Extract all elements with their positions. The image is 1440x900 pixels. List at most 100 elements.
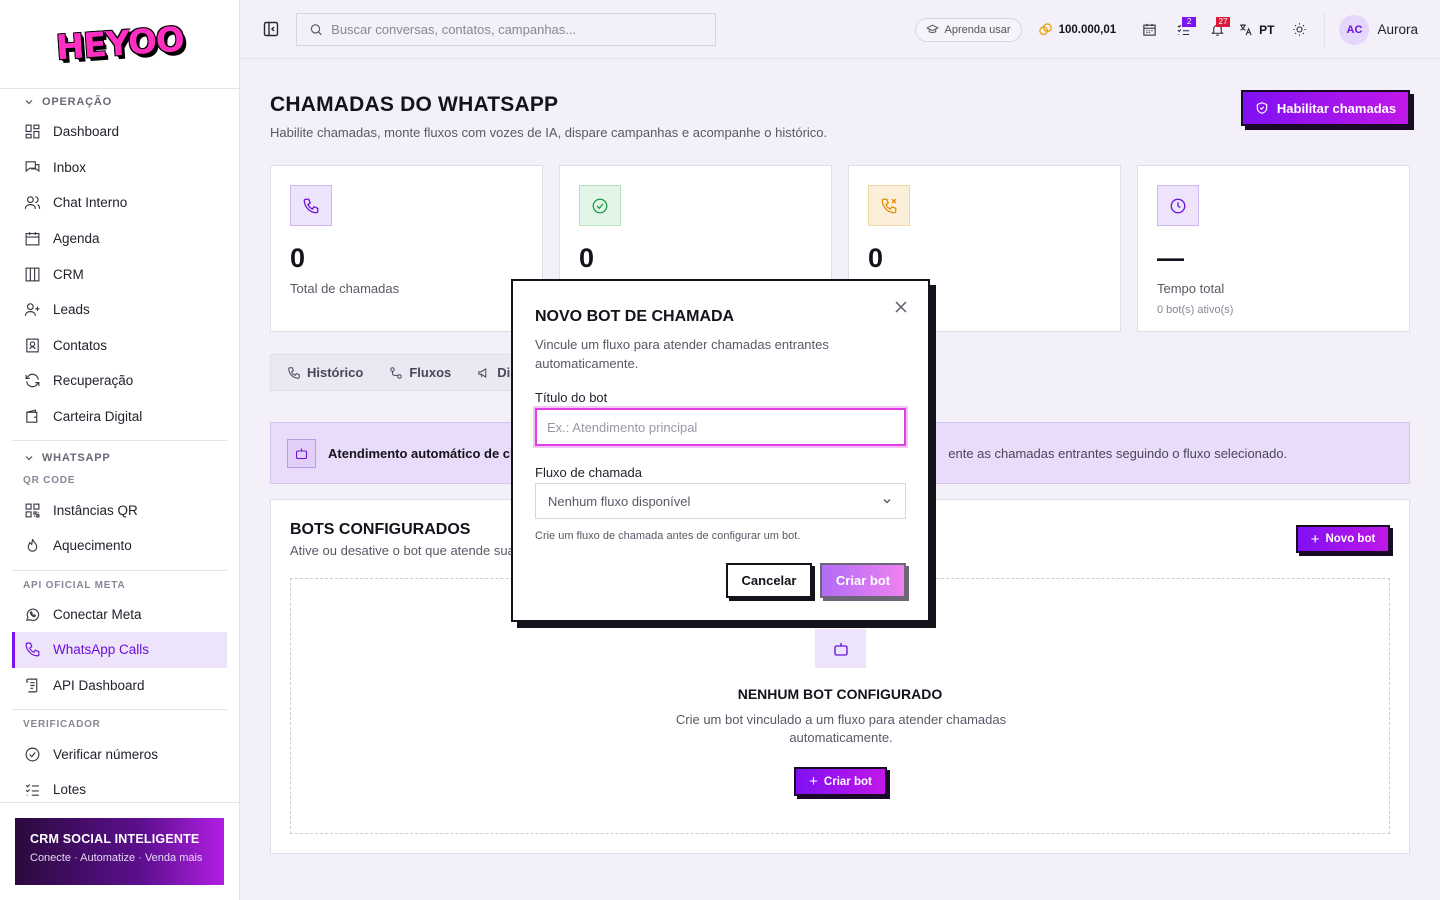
sidebar-item-label: Aquecimento [53,538,132,554]
search-icon [310,24,322,36]
sidebar-item-recuperacao[interactable]: Recuperação [12,363,227,399]
create-bot-label: Criar bot [823,775,872,788]
flow-select[interactable]: Nenhum fluxo disponível [535,483,906,519]
logo-area: HEYOO [0,0,239,89]
empty-title: NENHUM BOT CONFIGURADO [737,686,943,702]
modal-actions: Cancelar Criar bot [726,563,906,598]
sidebar-item-label: Conectar Meta [53,606,142,622]
subsection-verificador: VERIFICADOR [23,719,101,731]
refresh-icon [25,374,40,388]
empty-icon-wrap [815,629,866,668]
sidebar-item-dashboard[interactable]: Dashboard [12,114,227,150]
enable-calls-button[interactable]: Habilitar chamadas [1241,90,1410,126]
messages-icon [25,161,40,173]
topbar: Aprenda usar 100.000,01 2 27 PT AC Auror… [240,0,1440,59]
megaphone-icon [478,367,487,378]
credits-balance[interactable]: 100.000,01 [1038,22,1116,37]
tab-historico[interactable]: Histórico [287,365,363,380]
flame-icon [27,539,38,552]
sidebar-item-verificar[interactable]: Verificar números [12,736,227,772]
translate-icon [1240,23,1252,36]
divider [12,440,227,442]
sidebar-item-agenda[interactable]: Agenda [12,221,227,257]
banner-title: Atendimento automático de char [328,445,531,461]
chevron-down-icon [25,100,33,105]
sidebar-item-label: Chat Interno [53,195,128,211]
stat-icon-wrap [290,185,332,226]
stat-icon-wrap [1157,185,1199,226]
search-bar[interactable] [296,13,716,46]
sidebar-item-inbox[interactable]: Inbox [12,150,227,186]
subsection-api-meta: API OFICIAL META [23,579,126,591]
tasks-button[interactable]: 2 [1166,13,1200,47]
cancel-button[interactable]: Cancelar [726,563,812,598]
qr-code-icon [25,503,40,518]
plus-icon: + [809,773,818,790]
user-name: Aurora [1377,22,1418,37]
bots-subtitle: Ative ou desative o bot que atende suas [290,543,522,558]
divider [12,569,227,571]
language-label: PT [1259,22,1275,37]
phone-icon [303,198,319,213]
whatsapp-icon [25,608,40,621]
section-whatsapp[interactable]: WHATSAPP [12,445,227,470]
tab-label: Fluxos [409,365,452,380]
stat-value: — [1157,243,1184,273]
sidebar-item-carteira[interactable]: Carteira Digital [12,399,227,435]
sidebar-item-label: Leads [53,302,90,318]
calendar-icon [1142,23,1156,36]
scroll-icon [26,678,38,693]
new-bot-label: Novo bot [1325,533,1376,545]
brand-logo[interactable]: HEYOO [54,20,184,69]
tab-label: Histórico [307,365,364,380]
create-bot-button[interactable]: + Criar bot [794,767,887,796]
sidebar-item-aquecimento[interactable]: Aquecimento [12,528,227,564]
dashboard-icon [25,124,40,139]
plus-icon: + [1310,530,1320,548]
sidebar-item-label: Agenda [53,231,100,247]
sidebar-item-api-dashboard[interactable]: API Dashboard [12,668,227,704]
sidebar-item-crm[interactable]: CRM [12,256,227,292]
phone-icon [25,642,40,657]
flow-label: Fluxo de chamada [535,465,642,480]
phone-missed-icon [881,198,897,213]
new-bot-button[interactable]: + Novo bot [1296,525,1390,553]
stat-value: 0 [868,243,884,273]
modal-title: NOVO BOT DE CHAMADA [535,308,735,325]
close-icon[interactable] [894,300,908,314]
stat-icon-wrap [579,185,621,226]
user-plus-icon [24,303,40,317]
calendar-button[interactable] [1132,13,1166,47]
sidebar-item-leads[interactable]: Leads [12,292,227,328]
bot-title-input[interactable] [535,408,906,446]
stat-value: 0 [579,243,595,273]
sidebar-item-conectar-meta[interactable]: Conectar Meta [12,597,227,633]
sidebar-item-label: Instâncias QR [53,502,138,518]
flow-help: Crie um fluxo de chamada antes de config… [535,530,801,542]
language-switch[interactable]: PT [1238,22,1274,37]
chevron-down-icon [25,456,33,461]
stat-icon-wrap [868,185,910,226]
sidebar-collapse-icon[interactable] [263,21,279,37]
learn-button[interactable]: Aprenda usar [914,17,1022,42]
sidebar-item-label: Contatos [53,337,108,353]
bot-icon [833,642,848,656]
enable-calls-label: Habilitar chamadas [1276,100,1397,116]
sidebar-item-whatsapp-calls[interactable]: WhatsApp Calls [12,632,227,668]
sun-icon [1293,23,1306,36]
sidebar-nav: OPERAÇÃO Dashboard Inbox Chat Interno Ag… [0,89,239,808]
theme-toggle[interactable] [1282,13,1316,47]
create-bot-submit-button[interactable]: Criar bot [820,563,906,598]
sidebar-item-chat-interno[interactable]: Chat Interno [12,185,227,221]
flow-select-value: Nenhum fluxo disponível [548,493,691,509]
phone-history-icon [288,366,300,379]
user-menu[interactable]: AC Aurora [1324,12,1440,47]
section-operacao[interactable]: OPERAÇÃO [12,89,227,114]
tab-fluxos[interactable]: Fluxos [389,365,451,380]
notifications-button[interactable]: 27 [1200,13,1234,47]
promo-card: CRM SOCIAL INTELIGENTE Conecte · Automat… [15,818,224,885]
search-input[interactable] [331,22,703,37]
sidebar-item-instancias[interactable]: Instâncias QR [12,492,227,528]
sidebar-item-label: CRM [53,266,84,282]
sidebar-item-contatos[interactable]: Contatos [12,328,227,364]
